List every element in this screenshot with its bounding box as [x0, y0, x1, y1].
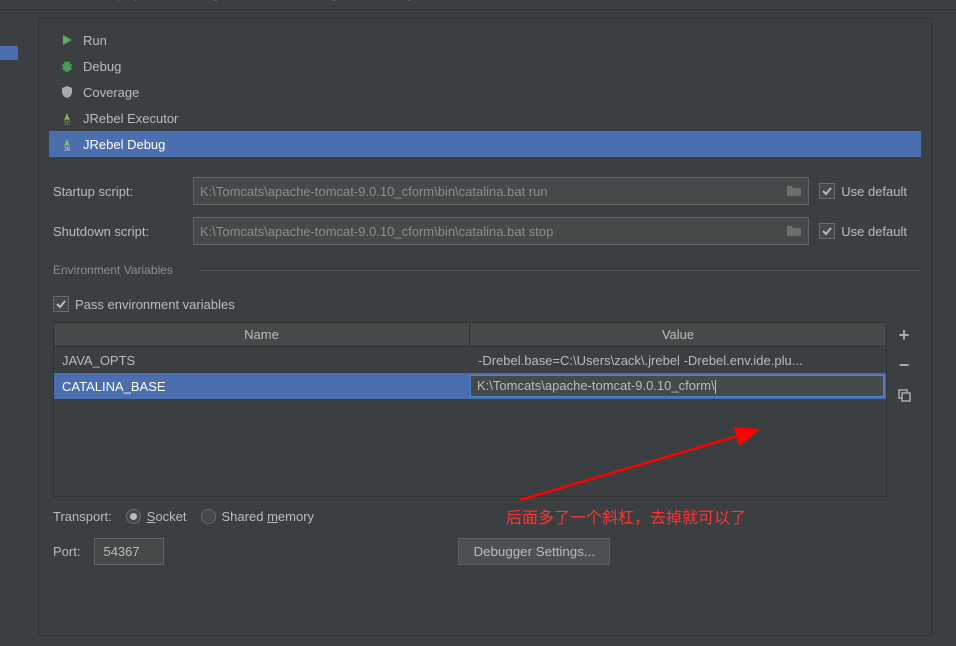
jrebel-rocket-icon: JR — [59, 110, 75, 126]
browse-folder-icon[interactable] — [786, 223, 802, 240]
env-table-header: Name Value — [54, 323, 886, 347]
header-name[interactable]: Name — [54, 323, 470, 346]
shutdown-script-field[interactable]: K:\Tomcats\apache-tomcat-9.0.10_cform\bi… — [193, 217, 809, 245]
run-mode-list: Run Debug Coverage JR JRebel Executor JR… — [49, 27, 921, 157]
radio-icon — [126, 509, 141, 524]
coverage-label: Coverage — [83, 85, 139, 100]
cell-name: CATALINA_BASE — [54, 377, 468, 396]
startup-script-label: Startup script: — [53, 184, 183, 199]
table-row[interactable]: CATALINA_BASE K:\Tomcats\apache-tomcat-9… — [54, 373, 886, 399]
startup-connection-panel: Run Debug Coverage JR JRebel Executor JR… — [38, 18, 932, 636]
debugger-settings-button[interactable]: Debugger Settings... — [458, 538, 610, 565]
env-container: Pass environment variables Name Value JA… — [39, 296, 931, 497]
add-row-button[interactable]: + — [893, 324, 915, 346]
config-tabs: Server Deployment Logs Code Coverage Sta… — [0, 0, 956, 10]
checkbox-icon — [819, 183, 835, 199]
run-mode-jrebel-debug[interactable]: JR JRebel Debug — [49, 131, 921, 157]
port-label: Port: — [53, 544, 80, 559]
shutdown-script-label: Shutdown script: — [53, 224, 183, 239]
use-default-label: Use default — [841, 184, 907, 199]
shutdown-use-default[interactable]: Use default — [819, 223, 907, 239]
run-mode-jrebel-executor[interactable]: JR JRebel Executor — [49, 105, 921, 131]
copy-row-button[interactable] — [893, 384, 915, 406]
pass-env-checkbox[interactable]: Pass environment variables — [53, 296, 917, 312]
port-row: Port: 54367 Debugger Settings... — [39, 524, 931, 565]
annotation-text: 后面多了一个斜杠，去掉就可以了 — [506, 504, 746, 528]
startup-script-value: K:\Tomcats\apache-tomcat-9.0.10_cform\bi… — [200, 184, 786, 199]
port-input[interactable]: 54367 — [94, 538, 164, 565]
checkbox-icon — [819, 223, 835, 239]
startup-use-default[interactable]: Use default — [819, 183, 907, 199]
run-icon — [59, 32, 75, 48]
transport-row: Transport: Socket Shared memory — [39, 497, 931, 524]
socket-label: Socket — [147, 509, 187, 524]
table-buttons: + − — [893, 322, 917, 497]
debug-label: Debug — [83, 59, 121, 74]
svg-text:JR: JR — [64, 147, 71, 151]
jrebel-executor-label: JRebel Executor — [83, 111, 178, 126]
section-divider — [199, 270, 921, 271]
jrebel-debug-icon: JR — [59, 136, 75, 152]
env-section-title: Environment Variables — [39, 263, 931, 285]
cell-name: JAVA_OPTS — [54, 351, 470, 370]
startup-script-field[interactable]: K:\Tomcats\apache-tomcat-9.0.10_cform\bi… — [193, 177, 809, 205]
run-mode-coverage[interactable]: Coverage — [49, 79, 921, 105]
use-default-label: Use default — [841, 224, 907, 239]
transport-label: Transport: — [53, 509, 112, 524]
shared-memory-label: Shared memory — [222, 509, 315, 524]
shield-icon — [59, 84, 75, 100]
jrebel-debug-label: JRebel Debug — [83, 137, 165, 152]
header-value[interactable]: Value — [470, 323, 886, 346]
run-label: Run — [83, 33, 107, 48]
window-edge-marker — [0, 46, 18, 60]
checkbox-icon — [53, 296, 69, 312]
env-table: Name Value JAVA_OPTS -Drebel.base=C:\Use… — [53, 322, 887, 497]
script-form: Startup script: K:\Tomcats\apache-tomcat… — [39, 177, 931, 245]
pass-env-label: Pass environment variables — [75, 297, 235, 312]
svg-text:JR: JR — [64, 121, 71, 125]
run-mode-run[interactable]: Run — [49, 27, 921, 53]
remove-row-button[interactable]: − — [893, 354, 915, 376]
radio-socket[interactable]: Socket — [126, 509, 187, 524]
cell-value: -Drebel.base=C:\Users\zack\.jrebel -Dreb… — [470, 351, 886, 370]
text-caret — [715, 380, 716, 394]
env-table-area: Name Value JAVA_OPTS -Drebel.base=C:\Use… — [53, 322, 917, 497]
shutdown-script-value: K:\Tomcats\apache-tomcat-9.0.10_cform\bi… — [200, 224, 786, 239]
cell-value-editing[interactable]: K:\Tomcats\apache-tomcat-9.0.10_cform\ — [470, 375, 884, 397]
radio-shared-memory[interactable]: Shared memory — [201, 509, 315, 524]
bug-icon — [59, 58, 75, 74]
radio-icon — [201, 509, 216, 524]
run-mode-debug[interactable]: Debug — [49, 53, 921, 79]
browse-folder-icon[interactable] — [786, 183, 802, 200]
table-row[interactable]: JAVA_OPTS -Drebel.base=C:\Users\zack\.jr… — [54, 347, 886, 373]
